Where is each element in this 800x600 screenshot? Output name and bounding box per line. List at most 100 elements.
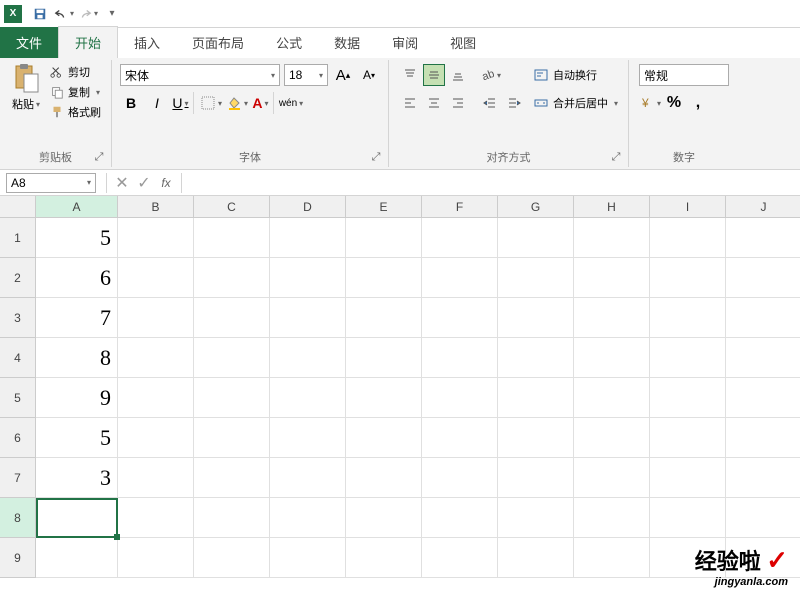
align-bottom-icon[interactable]: [447, 64, 469, 86]
cell[interactable]: [270, 378, 346, 418]
cell[interactable]: [422, 458, 498, 498]
cell[interactable]: [574, 538, 650, 578]
cell[interactable]: [270, 418, 346, 458]
cell[interactable]: [726, 298, 800, 338]
tab-page-layout[interactable]: 页面布局: [176, 27, 260, 58]
cell[interactable]: [422, 218, 498, 258]
format-painter-button[interactable]: 格式刷: [50, 104, 101, 120]
cell[interactable]: [346, 458, 422, 498]
cell[interactable]: [574, 258, 650, 298]
decrease-indent-icon[interactable]: [479, 92, 501, 114]
cell[interactable]: 5: [36, 418, 118, 458]
cell[interactable]: [650, 378, 726, 418]
cell[interactable]: [422, 258, 498, 298]
cell[interactable]: [422, 338, 498, 378]
cell[interactable]: 5: [36, 218, 118, 258]
cell[interactable]: [118, 458, 194, 498]
cell[interactable]: [118, 538, 194, 578]
undo-icon[interactable]: ▾: [53, 3, 75, 25]
paste-button[interactable]: 粘贴▾: [12, 96, 40, 112]
align-top-icon[interactable]: [399, 64, 421, 86]
cell[interactable]: [726, 378, 800, 418]
cell[interactable]: [498, 458, 574, 498]
cell[interactable]: [726, 418, 800, 458]
row-header[interactable]: 6: [0, 418, 36, 458]
number-format-select[interactable]: 常规: [639, 64, 729, 86]
dialog-launcher-icon[interactable]: ⤢: [93, 151, 105, 163]
cell[interactable]: [36, 538, 118, 578]
column-header[interactable]: D: [270, 196, 346, 218]
cell[interactable]: [118, 498, 194, 538]
cell[interactable]: [498, 298, 574, 338]
column-header[interactable]: F: [422, 196, 498, 218]
cell[interactable]: [574, 378, 650, 418]
cell[interactable]: [574, 218, 650, 258]
cell[interactable]: 9: [36, 378, 118, 418]
column-header[interactable]: G: [498, 196, 574, 218]
cell[interactable]: [650, 258, 726, 298]
cell[interactable]: [270, 218, 346, 258]
cell[interactable]: [346, 418, 422, 458]
cell[interactable]: [650, 338, 726, 378]
copy-button[interactable]: 复制▾: [50, 84, 101, 100]
cell[interactable]: [194, 218, 270, 258]
cell[interactable]: [118, 418, 194, 458]
cell[interactable]: [270, 338, 346, 378]
tab-home[interactable]: 开始: [58, 26, 118, 58]
cell[interactable]: [726, 338, 800, 378]
cell[interactable]: [346, 378, 422, 418]
cell[interactable]: [346, 218, 422, 258]
cell[interactable]: [36, 498, 118, 538]
cell[interactable]: [422, 538, 498, 578]
tab-view[interactable]: 视图: [434, 27, 492, 58]
cell[interactable]: [270, 258, 346, 298]
column-header[interactable]: C: [194, 196, 270, 218]
underline-button[interactable]: U▾: [172, 92, 194, 114]
cell[interactable]: [270, 458, 346, 498]
cell[interactable]: [346, 298, 422, 338]
align-right-icon[interactable]: [447, 92, 469, 114]
cell[interactable]: [346, 338, 422, 378]
row-header[interactable]: 3: [0, 298, 36, 338]
cell[interactable]: [574, 298, 650, 338]
row-header[interactable]: 2: [0, 258, 36, 298]
tab-formulas[interactable]: 公式: [260, 27, 318, 58]
font-size-select[interactable]: 18▾: [284, 64, 328, 86]
select-all-button[interactable]: [0, 196, 36, 218]
align-center-icon[interactable]: [423, 92, 445, 114]
column-header[interactable]: I: [650, 196, 726, 218]
bold-button[interactable]: B: [120, 92, 142, 114]
cell[interactable]: [726, 498, 800, 538]
row-header[interactable]: 5: [0, 378, 36, 418]
cell[interactable]: [498, 338, 574, 378]
cell[interactable]: [574, 418, 650, 458]
column-header[interactable]: A: [36, 196, 118, 218]
name-box[interactable]: A8▾: [6, 173, 96, 193]
cell[interactable]: [422, 418, 498, 458]
cell[interactable]: [498, 258, 574, 298]
wrap-text-button[interactable]: 自动换行: [533, 64, 618, 86]
cell[interactable]: [574, 338, 650, 378]
column-header[interactable]: J: [726, 196, 800, 218]
enter-formula-icon[interactable]: ✓: [133, 173, 155, 193]
cell[interactable]: [422, 378, 498, 418]
cell[interactable]: 6: [36, 258, 118, 298]
row-header[interactable]: 1: [0, 218, 36, 258]
cell[interactable]: [194, 298, 270, 338]
row-header[interactable]: 8: [0, 498, 36, 538]
dialog-launcher-icon[interactable]: ⤢: [610, 151, 622, 163]
cancel-formula-icon[interactable]: ✕: [111, 173, 133, 193]
formula-input[interactable]: [186, 173, 800, 193]
tab-review[interactable]: 审阅: [376, 27, 434, 58]
save-icon[interactable]: [29, 3, 51, 25]
percent-icon[interactable]: %: [663, 92, 685, 114]
cell[interactable]: [194, 338, 270, 378]
increase-indent-icon[interactable]: [503, 92, 525, 114]
cell[interactable]: [118, 218, 194, 258]
increase-font-icon[interactable]: A▴: [332, 64, 354, 86]
merge-center-button[interactable]: 合并后居中▾: [533, 92, 618, 114]
cell[interactable]: [118, 298, 194, 338]
tab-insert[interactable]: 插入: [118, 27, 176, 58]
orientation-icon[interactable]: ab▾: [479, 64, 501, 86]
cell[interactable]: [194, 498, 270, 538]
